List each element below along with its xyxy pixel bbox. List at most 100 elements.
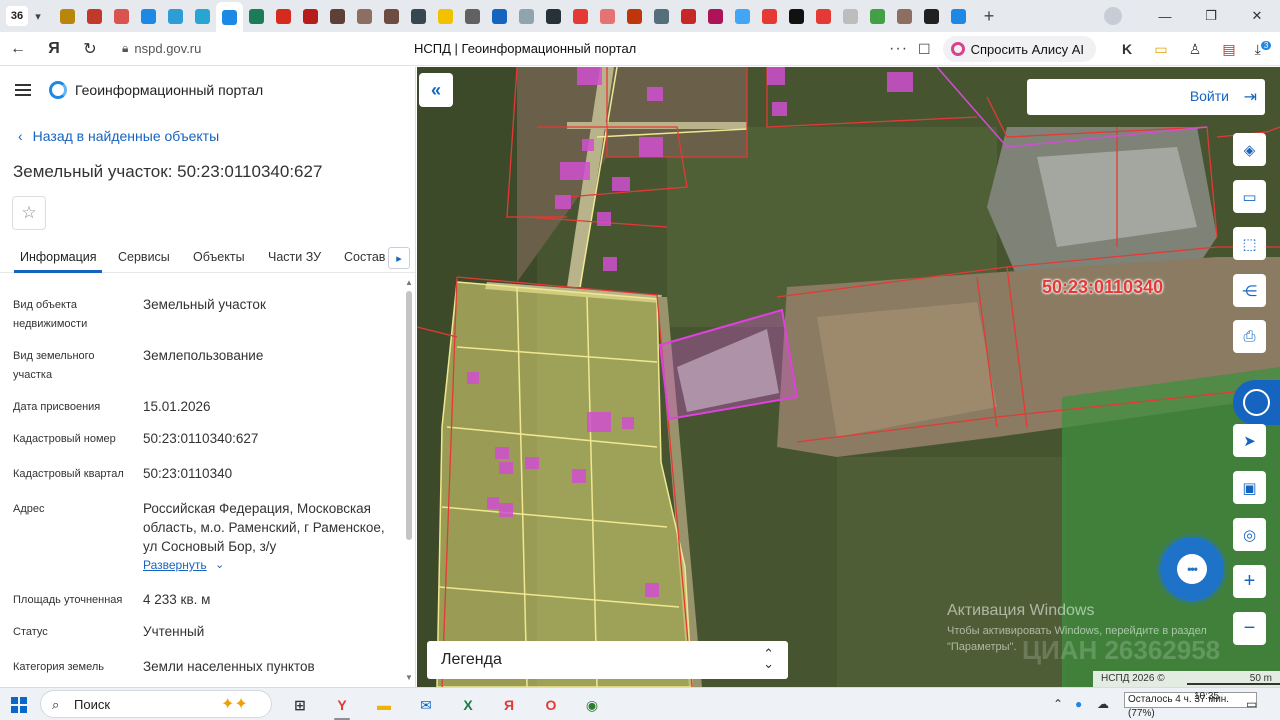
scale-bar: 50 m bbox=[1187, 671, 1280, 687]
browser-tab[interactable] bbox=[81, 3, 108, 30]
pdf-extension-icon[interactable]: ▤ bbox=[1212, 41, 1246, 58]
window-restore-button[interactable]: ❐ bbox=[1188, 8, 1234, 24]
chrome-icon[interactable]: ◉ bbox=[579, 692, 605, 718]
yandex-browser-icon[interactable]: Y bbox=[329, 692, 355, 718]
windows-start-button[interactable] bbox=[11, 697, 27, 713]
browser-tab[interactable] bbox=[567, 3, 594, 30]
menu-icon[interactable] bbox=[15, 84, 31, 96]
tab-services[interactable]: Сервисы bbox=[118, 250, 170, 264]
browser-tab[interactable] bbox=[351, 3, 378, 30]
browser-tab[interactable] bbox=[324, 3, 351, 30]
tabs-scroll-right-button[interactable]: ▸ bbox=[388, 247, 410, 269]
browser-tab[interactable] bbox=[810, 3, 837, 30]
clock[interactable]: 10:35 bbox=[1194, 691, 1219, 702]
expand-address-link[interactable]: Развернуть bbox=[143, 558, 207, 572]
window-minimize-button[interactable]: — bbox=[1142, 9, 1188, 24]
browser-tab[interactable] bbox=[486, 3, 513, 30]
lock-icon[interactable]: 🔒︎ bbox=[122, 41, 128, 56]
panel-tabs: Информация Сервисы Объекты Части ЗУ Сост… bbox=[0, 239, 415, 273]
chevron-down-icon[interactable]: ▾ bbox=[28, 10, 48, 23]
layers-icon[interactable]: ◈ bbox=[1233, 133, 1266, 166]
browser-tab[interactable] bbox=[675, 3, 702, 30]
browser-tab[interactable] bbox=[135, 3, 162, 30]
chevron-down-icon[interactable]: ⌄ bbox=[215, 558, 224, 571]
browser-tab[interactable] bbox=[540, 3, 567, 30]
bookmark-icon[interactable]: ☐ bbox=[918, 41, 931, 58]
scroll-up-arrow[interactable]: ▲ bbox=[405, 278, 413, 287]
tab-objects[interactable]: Объекты bbox=[193, 250, 245, 264]
window-close-button[interactable]: ✕ bbox=[1234, 8, 1280, 24]
assistant-panel-tab[interactable] bbox=[1233, 380, 1280, 425]
tab-counter[interactable]: 36 bbox=[6, 6, 28, 26]
url-field[interactable]: nspd.gov.ru bbox=[134, 41, 201, 56]
browser-tab[interactable] bbox=[837, 3, 864, 30]
browser-tab[interactable] bbox=[756, 3, 783, 30]
new-tab-button[interactable]: + bbox=[978, 5, 1000, 27]
tab-composition[interactable]: Состав bbox=[344, 250, 385, 264]
collapse-panel-button[interactable]: « bbox=[419, 73, 453, 107]
browser-tab[interactable] bbox=[783, 3, 810, 30]
browser-tab[interactable] bbox=[189, 3, 216, 30]
taskbar-search[interactable]: ⌕ Поиск ✦✦ bbox=[40, 690, 272, 718]
back-button[interactable]: ← bbox=[0, 40, 36, 58]
browser-tab[interactable] bbox=[243, 3, 270, 30]
more-icon[interactable]: ··· bbox=[889, 40, 908, 58]
network-icon[interactable]: ● bbox=[1075, 697, 1082, 711]
navigate-icon[interactable]: ➤ bbox=[1233, 424, 1266, 457]
browser-tab[interactable] bbox=[648, 3, 675, 30]
battery-extension-icon[interactable]: ▭ bbox=[1144, 41, 1178, 58]
browser-tab[interactable] bbox=[297, 3, 324, 30]
task-view-icon[interactable]: ⊞ bbox=[287, 692, 313, 718]
select-area-icon[interactable]: ⬚ bbox=[1233, 227, 1266, 260]
scroll-down-arrow[interactable]: ▼ bbox=[405, 673, 413, 682]
chat-button[interactable]: ••• bbox=[1160, 537, 1224, 601]
browser-tab[interactable] bbox=[945, 3, 972, 30]
legend-dropdown[interactable]: Легенда ⌃ ⌄ bbox=[427, 641, 788, 679]
browser-tab[interactable] bbox=[108, 3, 135, 30]
browser-tab[interactable] bbox=[702, 3, 729, 30]
panel-scrollbar[interactable] bbox=[406, 291, 412, 540]
cloud-icon[interactable]: ☁ bbox=[1097, 697, 1109, 711]
browser-tab[interactable] bbox=[54, 3, 81, 30]
browser-tab[interactable] bbox=[513, 3, 540, 30]
print-icon[interactable]: ⎙ bbox=[1233, 320, 1266, 353]
back-to-results-link[interactable]: ‹ Назад в найденные объекты bbox=[18, 128, 219, 144]
browser-tab[interactable] bbox=[891, 3, 918, 30]
browser-tab[interactable] bbox=[216, 2, 243, 32]
browser-tab[interactable] bbox=[729, 3, 756, 30]
browser-tab[interactable] bbox=[162, 3, 189, 30]
outlook-icon[interactable]: ✉ bbox=[413, 692, 439, 718]
shirt-extension-icon[interactable]: ♙ bbox=[1178, 41, 1212, 58]
excel-icon[interactable]: X bbox=[455, 692, 481, 718]
opera-icon[interactable]: O bbox=[538, 692, 564, 718]
geolocation-icon[interactable]: ◎ bbox=[1233, 518, 1266, 551]
browser-tab[interactable] bbox=[864, 3, 891, 30]
profile-avatar[interactable] bbox=[1104, 7, 1122, 25]
browser-tab[interactable] bbox=[621, 3, 648, 30]
tab-information[interactable]: Информация bbox=[20, 250, 97, 264]
browser-tab[interactable] bbox=[918, 3, 945, 30]
browser-tab[interactable] bbox=[270, 3, 297, 30]
browser-tab[interactable] bbox=[594, 3, 621, 30]
share-icon[interactable]: ⋲ bbox=[1233, 274, 1266, 307]
browser-tab[interactable] bbox=[432, 3, 459, 30]
file-explorer-icon[interactable]: ▬ bbox=[371, 692, 397, 718]
ruler-icon[interactable]: ▭ bbox=[1233, 180, 1266, 213]
extension-k-icon[interactable]: K bbox=[1110, 41, 1144, 57]
downloads-icon[interactable]: ⤓ 3 bbox=[1246, 41, 1280, 58]
chevron-up-icon[interactable]: ⌃ bbox=[1053, 697, 1063, 711]
browser-tab[interactable] bbox=[378, 3, 405, 30]
favorite-star-icon[interactable]: ☆ bbox=[12, 196, 46, 230]
map-canvas[interactable]: « Войти ⇥ ◈ ▭ ⬚ ⋲ ⎙ ➤ ▣ ◎ + − ••• 50:23:… bbox=[417, 67, 1280, 687]
ask-alice-button[interactable]: Спросить Алису AI bbox=[942, 36, 1096, 62]
tab-parts[interactable]: Части ЗУ bbox=[268, 250, 321, 264]
map-frame-icon[interactable]: ▣ bbox=[1233, 471, 1266, 504]
reload-button[interactable]: ↻ bbox=[72, 39, 108, 59]
yandex-icon[interactable]: Я bbox=[496, 692, 522, 718]
zoom-in-button[interactable]: + bbox=[1233, 565, 1266, 598]
yandex-icon[interactable]: Я bbox=[36, 40, 72, 58]
login-button[interactable]: Войти ⇥ bbox=[1027, 79, 1265, 115]
browser-tab[interactable] bbox=[405, 3, 432, 30]
notifications-icon[interactable]: ▭ bbox=[1246, 697, 1257, 711]
browser-tab[interactable] bbox=[459, 3, 486, 30]
